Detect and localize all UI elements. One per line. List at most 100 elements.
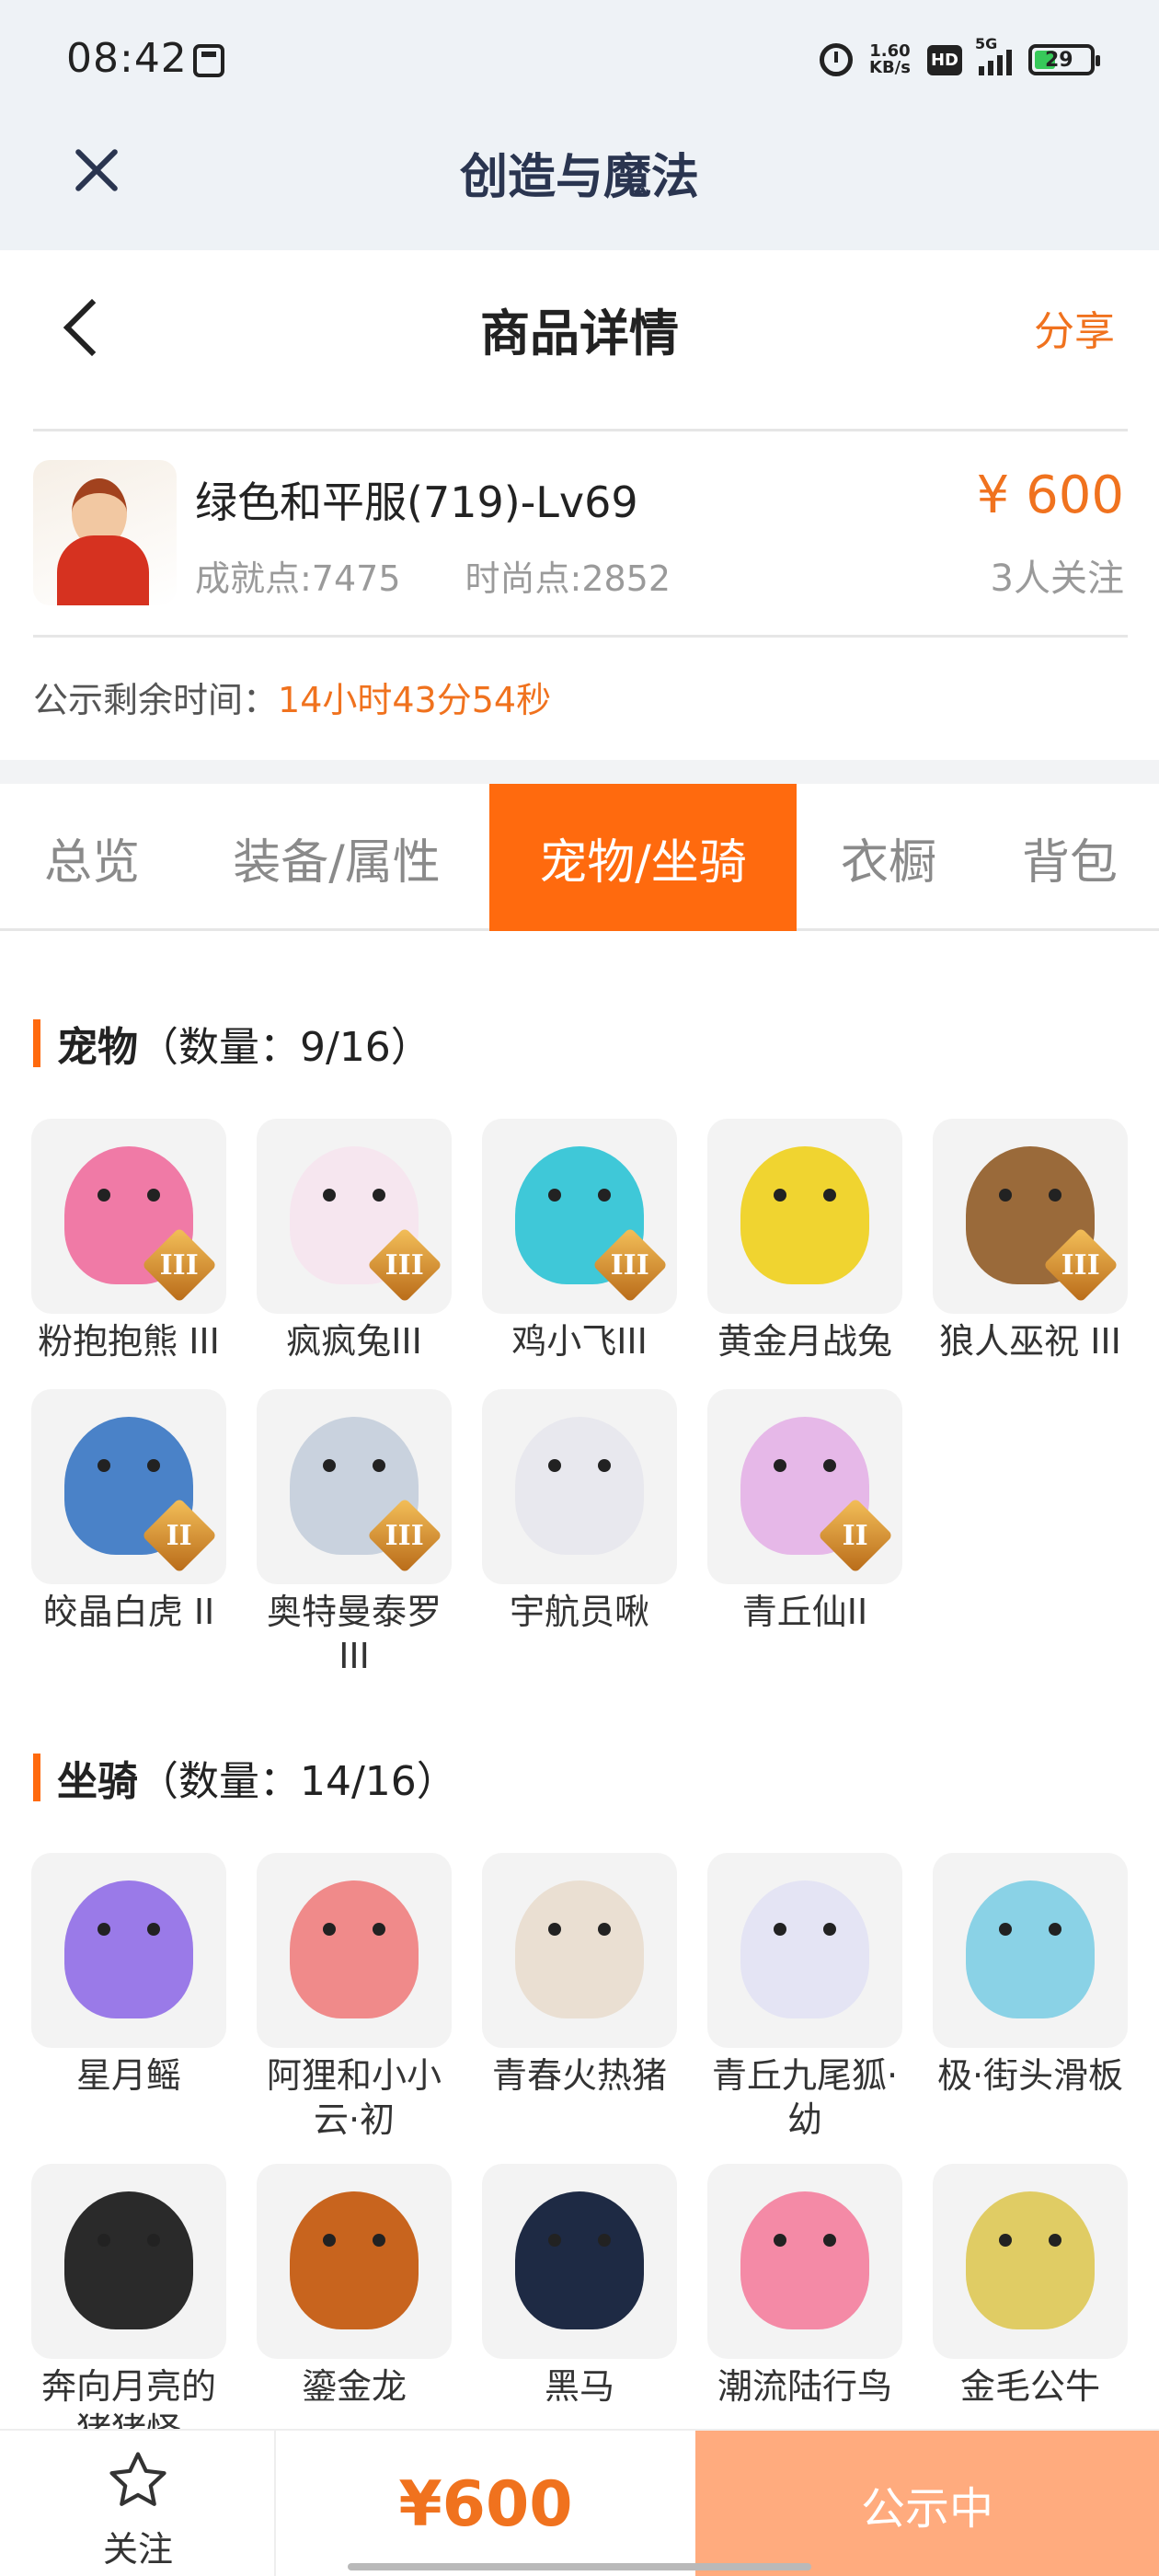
divider <box>33 635 1128 638</box>
network-speed-unit: KB/s <box>869 58 911 77</box>
status-bar: 08:42 1.60 KB/s HD 5G 29 <box>0 0 1159 120</box>
pet-card[interactable]: III 狼人巫祝 III <box>933 1119 1128 1363</box>
pet-card[interactable]: III 鸡小飞III <box>482 1119 677 1363</box>
pet-image: II <box>707 1389 902 1584</box>
mount-card[interactable]: 鎏金龙 <box>257 2164 452 2409</box>
mount-card[interactable]: 奔向月亮的猪猪怪 <box>31 2164 226 2453</box>
pet-card[interactable]: III 疯疯兔III <box>257 1119 452 1363</box>
pet-card[interactable]: 黄金月战兔 <box>707 1119 902 1363</box>
pets-title: 宠物 <box>57 1024 138 1071</box>
mount-name: 青春火热猪 <box>491 2055 667 2096</box>
follow-button[interactable]: 关注 <box>0 2431 276 2576</box>
tier-label: II <box>842 1519 869 1552</box>
mount-image <box>31 2164 226 2359</box>
status-button[interactable]: 公示中 <box>695 2431 1159 2576</box>
pet-name: 黄金月战兔 <box>717 1321 892 1362</box>
mount-card[interactable]: 金毛公牛 <box>933 2164 1128 2409</box>
product-stats: 成就点:7475 时尚点:2852 <box>195 550 671 601</box>
achievement-points: 成就点:7475 <box>195 558 401 599</box>
signal-icon: 5G <box>975 35 1012 75</box>
section-marker <box>33 1754 40 1801</box>
network-type: 5G <box>975 35 998 52</box>
pet-name: 鸡小飞III <box>511 1321 648 1362</box>
sim-card-icon <box>193 44 224 77</box>
mount-card[interactable]: 潮流陆行鸟 <box>707 2164 902 2409</box>
mounts-title: 坐骑 <box>57 1758 138 1805</box>
mount-card[interactable]: 阿狸和小小云·初 <box>257 1853 452 2142</box>
fashion-points: 时尚点:2852 <box>465 558 671 599</box>
pet-image: III <box>31 1119 226 1314</box>
pet-name: 疯疯兔III <box>286 1321 422 1362</box>
page-title: 商品详情 <box>480 305 679 362</box>
pet-card[interactable]: III 奥特曼泰罗III <box>257 1389 452 1678</box>
tab-equipment[interactable]: 装备/属性 <box>184 784 489 931</box>
mount-name: 阿狸和小小云·初 <box>266 2055 442 2140</box>
app-bar: 创造与魔法 <box>0 120 1159 250</box>
mount-image <box>482 2164 677 2359</box>
mounts-section-title: 坐骑 （数量：14/16） <box>33 1748 457 1807</box>
creature-illustration <box>740 1880 869 2018</box>
pet-card[interactable]: II 皎晶白虎 II <box>31 1389 226 1634</box>
pet-image: III <box>933 1119 1128 1314</box>
creature-illustration <box>966 2191 1095 2329</box>
pets-count: （数量：9/16） <box>138 1024 431 1071</box>
character-avatar <box>33 460 177 605</box>
creature-illustration <box>290 2191 419 2329</box>
pet-name: 青丘仙II <box>741 1592 868 1632</box>
mount-image <box>933 1853 1128 2048</box>
tab-backpack[interactable]: 背包 <box>981 784 1159 931</box>
product-summary: 绿色和平服(719)-Lv69 成就点:7475 时尚点:2852 ¥ 600 … <box>0 432 1159 635</box>
pet-name: 狼人巫祝 III <box>939 1321 1121 1362</box>
star-icon <box>109 2452 166 2506</box>
mount-name: 星月鳐 <box>75 2055 181 2096</box>
network-speed: 1.60 KB/s <box>869 43 911 76</box>
pet-card[interactable]: 宇航员啾 <box>482 1389 677 1634</box>
divider <box>33 429 1128 431</box>
status-time: 08:42 <box>66 35 188 82</box>
mount-card[interactable]: 极·街头滑板 <box>933 1853 1128 2098</box>
tab-pets-mounts[interactable]: 宠物/坐骑 <box>489 784 797 931</box>
mount-card[interactable]: 青春火热猪 <box>482 1853 677 2098</box>
mount-card[interactable]: 星月鳐 <box>31 1853 226 2098</box>
mount-image <box>31 1853 226 2048</box>
home-indicator <box>348 2563 811 2570</box>
mount-name: 青丘九尾狐·幼 <box>711 2055 899 2140</box>
creature-illustration <box>515 2191 644 2329</box>
section-marker <box>33 1019 40 1067</box>
creature-illustration <box>740 2191 869 2329</box>
mount-card[interactable]: 青丘九尾狐·幼 <box>707 1853 902 2142</box>
mount-image <box>482 1853 677 2048</box>
pet-name: 宇航员啾 <box>509 1592 649 1632</box>
pet-image <box>482 1389 677 1584</box>
bottom-bar: 关注 ¥600 公示中 <box>0 2429 1159 2576</box>
creature-illustration <box>515 1417 644 1555</box>
tab-wardrobe[interactable]: 衣橱 <box>797 784 981 931</box>
creature-illustration <box>966 1880 1095 2018</box>
page-header: 商品详情 分享 <box>0 250 1159 431</box>
pet-image: III <box>257 1119 452 1314</box>
mount-image <box>707 2164 902 2359</box>
mounts-count: （数量：14/16） <box>138 1758 457 1805</box>
pet-name: 皎晶白虎 II <box>42 1592 215 1632</box>
pet-card[interactable]: III 粉抱抱熊 III <box>31 1119 226 1363</box>
section-gap <box>0 760 1159 784</box>
alarm-icon <box>820 43 854 76</box>
mount-name: 潮流陆行鸟 <box>717 2366 892 2407</box>
mount-name: 黑马 <box>544 2366 614 2407</box>
product-price: ¥ 600 <box>976 466 1124 525</box>
tab-overview[interactable]: 总览 <box>0 784 184 931</box>
creature-illustration <box>515 1880 644 2018</box>
creature-illustration <box>64 1880 193 2018</box>
mount-name: 鎏金龙 <box>301 2366 407 2407</box>
pet-card[interactable]: II 青丘仙II <box>707 1389 902 1634</box>
creature-illustration <box>290 1880 419 2018</box>
share-button[interactable]: 分享 <box>1034 298 1115 357</box>
mount-card[interactable]: 黑马 <box>482 2164 677 2409</box>
tier-label: III <box>610 1248 650 1282</box>
product-name: 绿色和平服(719)-Lv69 <box>195 477 638 527</box>
pets-section-title: 宠物 （数量：9/16） <box>33 1014 431 1073</box>
tier-label: III <box>384 1519 425 1552</box>
pet-name: 粉抱抱熊 III <box>38 1321 220 1362</box>
battery-level: 29 <box>1045 48 1073 72</box>
tier-label: III <box>159 1248 200 1282</box>
